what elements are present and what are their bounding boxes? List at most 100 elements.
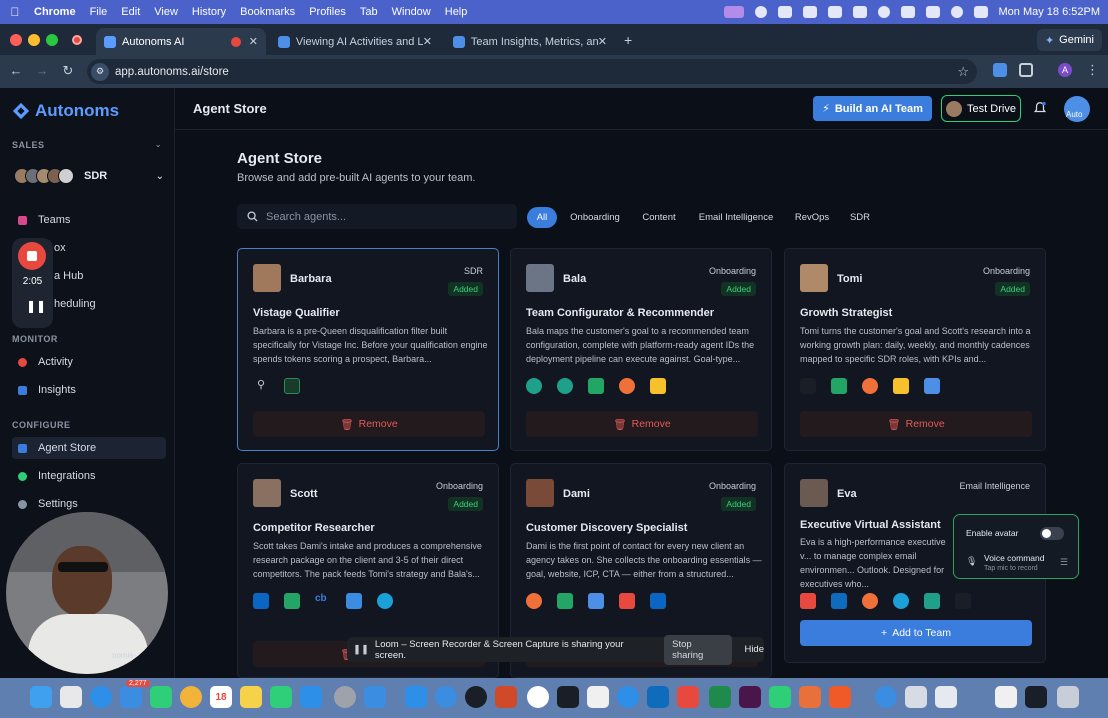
sidebar-item-activity[interactable]: Activity	[18, 351, 166, 373]
agent-card-tomi[interactable]: Tomi Onboarding Added Growth Strategist …	[784, 248, 1046, 451]
site-info-icon[interactable]: ⚙	[91, 62, 109, 81]
gemini-button[interactable]: ✦ Gemini	[1036, 29, 1102, 51]
notification-bell-icon[interactable]	[1033, 101, 1047, 115]
finder-icon[interactable]	[30, 686, 52, 708]
terminal-icon[interactable]	[557, 686, 579, 708]
zoom-window-icon[interactable]	[46, 34, 58, 46]
wifi-icon[interactable]	[900, 6, 915, 18]
messages-icon[interactable]	[150, 686, 172, 708]
settings-sliders-icon[interactable]: ☰	[1060, 557, 1068, 568]
test-drive-button[interactable]: Test Drive	[941, 95, 1021, 122]
app-logo[interactable]: Autonoms	[12, 101, 119, 121]
agent-card-bala[interactable]: Bala Onboarding Added Team Configurator …	[510, 248, 772, 451]
sidebar-item-insights[interactable]: Insights	[18, 379, 166, 401]
shield-icon[interactable]	[802, 6, 817, 18]
address-bar[interactable]: ⚙ app.autonoms.ai/store ☆	[87, 59, 977, 84]
cursor-icon[interactable]	[587, 686, 609, 708]
filter-all[interactable]: All	[527, 207, 557, 228]
remove-button[interactable]: 🗑 Remove	[253, 411, 485, 437]
menu-view[interactable]: View	[154, 6, 178, 18]
numbers-icon[interactable]	[270, 686, 292, 708]
menu-chrome[interactable]: Chrome	[34, 6, 76, 18]
close-window-icon[interactable]	[10, 34, 22, 46]
tab-team-insights[interactable]: Team Insights, Metrics, and M ✕	[445, 28, 615, 55]
chrome-icon[interactable]	[527, 686, 549, 708]
filter-sdr[interactable]: SDR	[843, 207, 877, 228]
asterisk-icon[interactable]	[754, 6, 767, 18]
back-icon[interactable]: ←	[8, 63, 24, 78]
hide-sharing-bar-button[interactable]: Hide	[744, 644, 764, 655]
menu-tab[interactable]: Tab	[360, 6, 378, 18]
tab-viewing-activities[interactable]: Viewing AI Activities and Live ✕	[270, 28, 440, 55]
globe-icon[interactable]	[875, 686, 897, 708]
window-thumbnail-icon[interactable]	[1025, 686, 1047, 708]
menu-window[interactable]: Window	[392, 6, 431, 18]
pause-icon[interactable]: ❚❚	[26, 299, 46, 313]
system-settings-icon[interactable]	[334, 686, 356, 708]
mail-icon[interactable]	[120, 686, 142, 708]
app-store-icon[interactable]	[300, 686, 322, 708]
profile-avatar[interactable]: A	[1058, 63, 1072, 77]
screen-record-icon[interactable]	[723, 6, 744, 18]
menu-edit[interactable]: Edit	[121, 6, 140, 18]
close-tab-icon[interactable]: ✕	[249, 35, 258, 48]
menu-bookmarks[interactable]: Bookmarks	[240, 6, 295, 18]
extensions-puzzle-icon[interactable]	[1019, 63, 1033, 77]
battery-icon[interactable]	[925, 6, 940, 18]
excel-icon[interactable]	[709, 686, 731, 708]
team-selector[interactable]: SDR ⌄	[14, 164, 164, 188]
photos-icon[interactable]	[180, 686, 202, 708]
sidebar-item-integrations[interactable]: Integrations	[18, 465, 166, 487]
window-thumbnail-icon[interactable]	[905, 686, 927, 708]
search-icon[interactable]	[950, 6, 963, 18]
outlook-icon[interactable]	[647, 686, 669, 708]
control-center-icon[interactable]	[973, 6, 988, 18]
window-thumbnail-icon[interactable]	[995, 686, 1017, 708]
sidebar-item-agent-store[interactable]: Agent Store	[12, 437, 166, 459]
build-ai-team-button[interactable]: ⚡ Build an AI Team	[813, 96, 932, 121]
forward-icon[interactable]: →	[34, 63, 50, 78]
claude-icon[interactable]	[799, 686, 821, 708]
calendar-icon[interactable]: 18	[210, 686, 232, 708]
whatsapp-icon[interactable]	[769, 686, 791, 708]
remove-button[interactable]: 🗑 Remove	[800, 411, 1032, 437]
chrome-menu-icon[interactable]: ⋮	[1086, 62, 1099, 78]
menu-file[interactable]: File	[90, 6, 108, 18]
sales-section-header[interactable]: SALES ⌄	[12, 140, 162, 150]
close-tab-icon[interactable]: ✕	[598, 35, 607, 48]
safari-icon[interactable]	[90, 686, 112, 708]
screen-mirror-icon[interactable]	[852, 6, 867, 18]
menu-help[interactable]: Help	[445, 6, 468, 18]
stop-recording-button[interactable]	[18, 242, 46, 270]
drag-handle-icon[interactable]: ❚❚	[353, 644, 369, 655]
pages-icon[interactable]	[829, 686, 851, 708]
extension-badge-icon[interactable]	[993, 63, 1007, 77]
filter-onboarding[interactable]: Onboarding	[563, 207, 627, 228]
sidebar-item-teams[interactable]: Teams	[18, 209, 166, 231]
menubar-clock[interactable]: Mon May 18 6:52PM	[999, 6, 1101, 18]
dictionary-icon[interactable]	[677, 686, 699, 708]
grid-icon[interactable]	[827, 6, 842, 18]
new-tab-icon[interactable]: +	[624, 32, 632, 48]
add-to-team-button[interactable]: + Add to Team	[800, 620, 1032, 646]
microphone-icon[interactable]: 🎙	[966, 556, 977, 567]
vscode-icon[interactable]	[405, 686, 427, 708]
window-thumbnail-icon[interactable]	[935, 686, 957, 708]
bookmark-star-icon[interactable]: ☆	[957, 64, 969, 80]
enable-avatar-toggle[interactable]	[1040, 527, 1064, 540]
tab-autonoms[interactable]: Autonoms AI ✕	[96, 28, 266, 55]
zoom-icon[interactable]	[435, 686, 457, 708]
moon-icon[interactable]	[877, 6, 890, 18]
remove-button[interactable]: 🗑 Remove	[526, 411, 758, 437]
preview-icon[interactable]	[364, 686, 386, 708]
stop-sharing-button[interactable]: Stop sharing	[664, 634, 733, 665]
menu-profiles[interactable]: Profiles	[309, 6, 346, 18]
loom-app-icon[interactable]	[617, 686, 639, 708]
user-avatar[interactable]: Auto	[1064, 96, 1090, 122]
launchpad-icon[interactable]	[60, 686, 82, 708]
filter-revops[interactable]: RevOps	[788, 207, 836, 228]
reload-icon[interactable]: ↻	[60, 63, 76, 79]
apple-icon[interactable]: 	[8, 5, 22, 19]
powerpoint-icon[interactable]	[495, 686, 517, 708]
slack-icon[interactable]	[739, 686, 761, 708]
